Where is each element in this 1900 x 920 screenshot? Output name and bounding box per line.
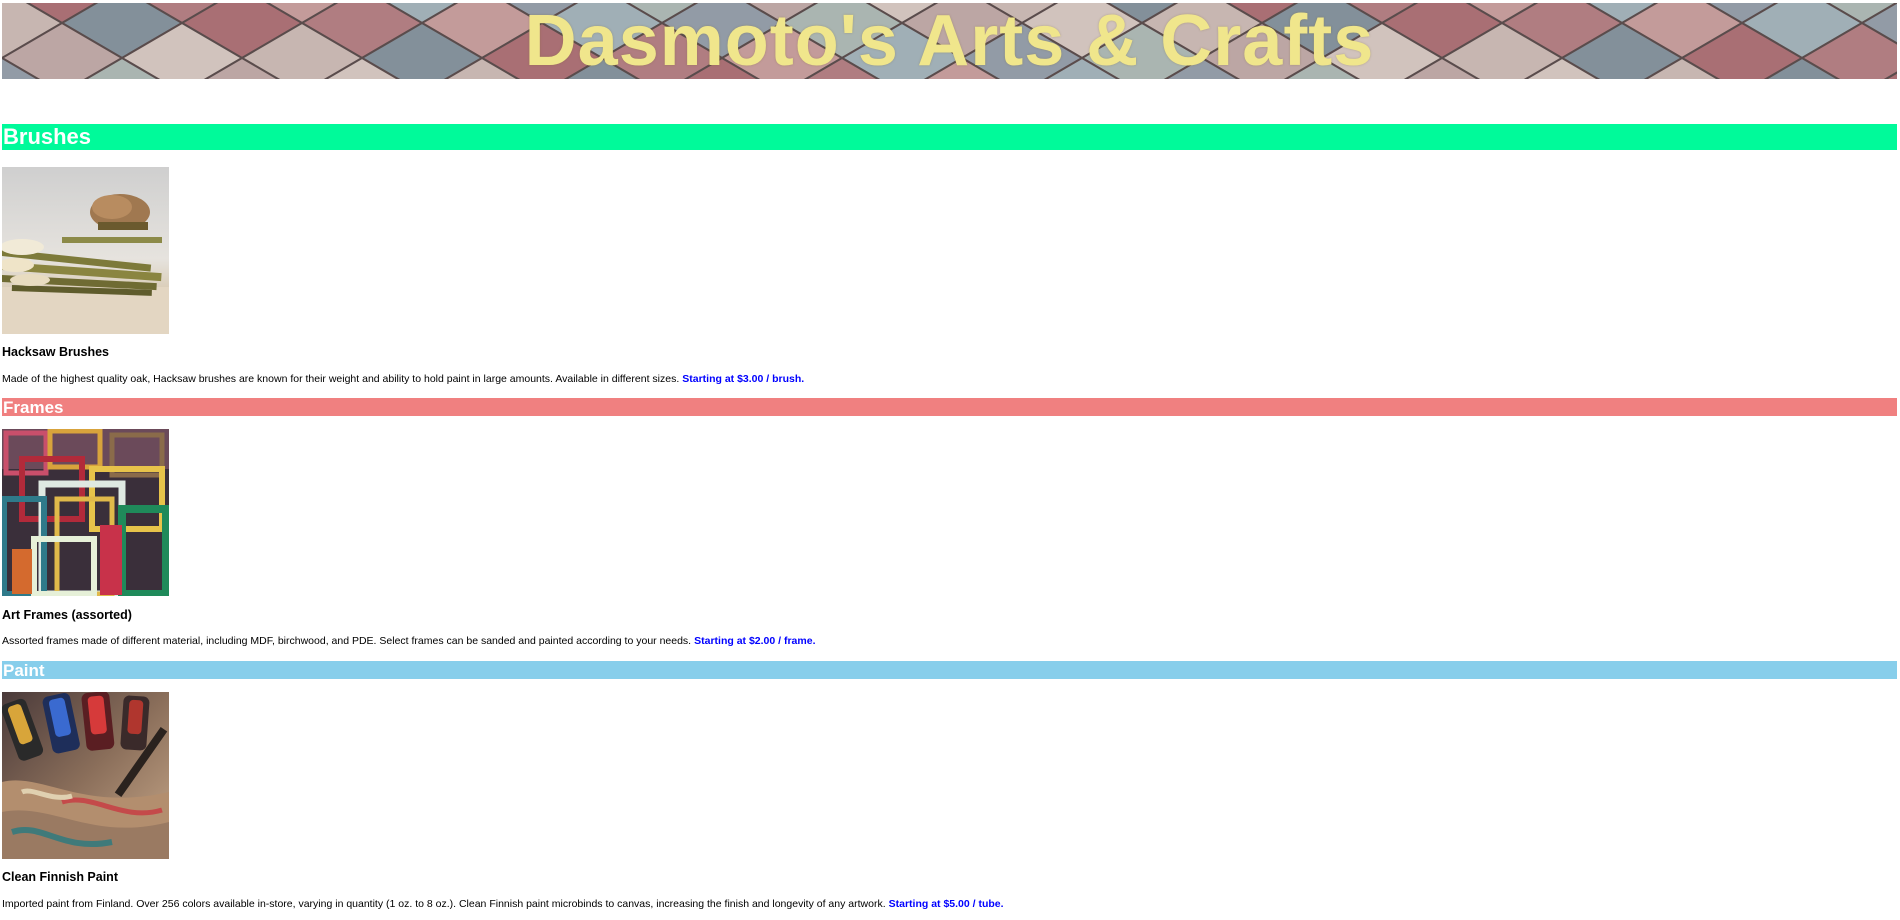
product-name-paint: Clean Finnish Paint bbox=[2, 870, 118, 884]
frames-photo bbox=[2, 429, 169, 596]
product-description-brushes: Made of the highest quality oak, Hacksaw… bbox=[2, 372, 804, 386]
site-title: Dasmoto's Arts & Crafts bbox=[524, 3, 1375, 79]
section-heading-frames: Frames bbox=[2, 398, 1897, 416]
paint-photo bbox=[2, 692, 169, 859]
description-text: Assorted frames made of different materi… bbox=[2, 635, 692, 647]
page: Dasmoto's Arts & Crafts Brushes Hacksaw … bbox=[0, 0, 1900, 920]
brushes-photo bbox=[2, 167, 169, 334]
section-heading-brushes: Brushes bbox=[2, 124, 1897, 150]
frames-image bbox=[2, 429, 169, 596]
product-name-frames: Art Frames (assorted) bbox=[2, 608, 132, 622]
description-text: Made of the highest quality oak, Hacksaw… bbox=[2, 373, 680, 385]
brushes-image bbox=[2, 167, 169, 334]
paint-image bbox=[2, 692, 169, 859]
product-description-paint: Imported paint from Finland. Over 256 co… bbox=[2, 897, 1004, 911]
site-banner: Dasmoto's Arts & Crafts bbox=[2, 3, 1897, 79]
price-label: Starting at $5.00 / tube. bbox=[888, 898, 1004, 910]
product-description-frames: Assorted frames made of different materi… bbox=[2, 634, 816, 648]
price-label: Starting at $2.00 / frame. bbox=[694, 635, 816, 647]
section-heading-paint: Paint bbox=[2, 661, 1897, 679]
description-text: Imported paint from Finland. Over 256 co… bbox=[2, 898, 886, 910]
product-name-brushes: Hacksaw Brushes bbox=[2, 345, 110, 359]
price-label: Starting at $3.00 / brush. bbox=[682, 373, 805, 385]
